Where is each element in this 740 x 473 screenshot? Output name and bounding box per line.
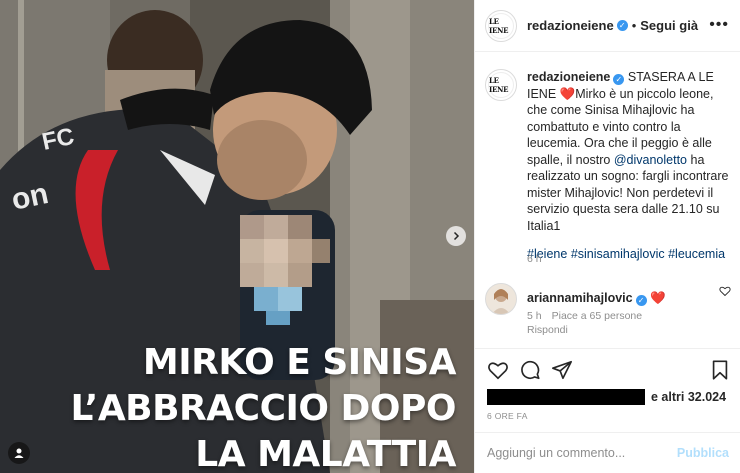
user-icon [14,448,24,458]
hashtag-link[interactable]: #sinisamihajlovic [571,247,665,261]
likes-summary[interactable]: e altri 32.024 [487,389,726,405]
overlay-line-2: L’ABBRACCIO DOPO [70,388,456,429]
caption-username[interactable]: redazioneiene [527,70,610,84]
chevron-right-icon [453,231,460,241]
follow-button[interactable]: Segui già [640,18,698,33]
comment: ariannamihajlovic ✓ ❤️ 5 h Piace a 65 pers… [485,283,735,343]
caption-text: redazioneiene ✓ STASERA A LE IENE ❤️Mirko… [527,69,729,263]
post-header: LE IENE redazioneiene ✓ • Segui già ••• [475,0,740,52]
mention-link[interactable]: @divanoletto [614,153,687,167]
verified-badge-icon: ✓ [613,74,625,85]
comments-list: LE IENE redazioneiene ✓ STASERA A LE IENE… [475,53,740,345]
heart-icon[interactable] [487,359,509,381]
caption-avatar[interactable]: LE IENE [485,69,517,101]
commenter-avatar[interactable] [485,283,517,315]
more-options-icon[interactable]: ••• [709,16,729,34]
comment-composer: Pubblica [475,432,740,473]
post-timestamp[interactable]: 6 ORE FA [487,411,528,421]
comment-text: ariannamihajlovic ✓ ❤️ [527,290,729,307]
action-bar [475,348,740,390]
share-icon[interactable] [551,359,573,381]
verified-badge-icon: ✓ [635,295,647,306]
comment-body: ❤️ [650,291,666,305]
image-caption-overlay: MIRKO E SINISA L’ABBRACCIO DOPO LA MALAT… [70,340,456,473]
account-username[interactable]: redazioneiene [527,18,614,33]
comment-meta: 5 h Piace a 65 persone Rispondi [527,310,652,336]
le-iene-logo: LE IENE [488,12,514,39]
tagged-users-button[interactable] [8,442,30,464]
commenter-username[interactable]: ariannamihajlovic [527,291,633,305]
post-panel: LE IENE redazioneiene ✓ • Segui già ••• … [474,0,740,473]
overlay-line-1: MIRKO E SINISA [142,342,457,383]
caption: LE IENE redazioneiene ✓ STASERA A LE IENE… [485,69,735,269]
comment-input[interactable] [487,446,677,460]
hashtag-link[interactable]: #leucemia [668,247,725,261]
comment-age[interactable]: 5 h [527,310,542,322]
redacted-likers [487,389,645,405]
reply-button[interactable]: Rispondi [527,324,568,336]
bookmark-icon[interactable] [709,359,731,381]
overlay-line-3: LA MALATTIA [195,434,456,473]
account-avatar[interactable]: LE IENE [485,9,517,42]
likes-count[interactable]: e altri 32.024 [651,390,726,404]
comment-icon[interactable] [519,359,541,381]
verified-badge-icon: ✓ [616,20,628,31]
hashtags: #leiene #sinisamihajlovic #leucemia [527,246,729,263]
caption-age[interactable]: 6 h [527,253,542,265]
caption-meta: 6 h [527,253,552,265]
heart-outline-icon[interactable] [719,285,731,297]
next-slide-button[interactable] [446,226,466,246]
post-image[interactable]: FC on MIRKO E SINISA L’ABBRACCIO DOPO LA… [0,0,474,473]
publish-button[interactable]: Pubblica [677,446,729,460]
separator-dot: • [631,18,637,33]
comment-likes[interactable]: Piace a 65 persone [552,310,642,322]
le-iene-logo: LE IENE [488,72,514,98]
person-photo-icon [486,284,516,314]
